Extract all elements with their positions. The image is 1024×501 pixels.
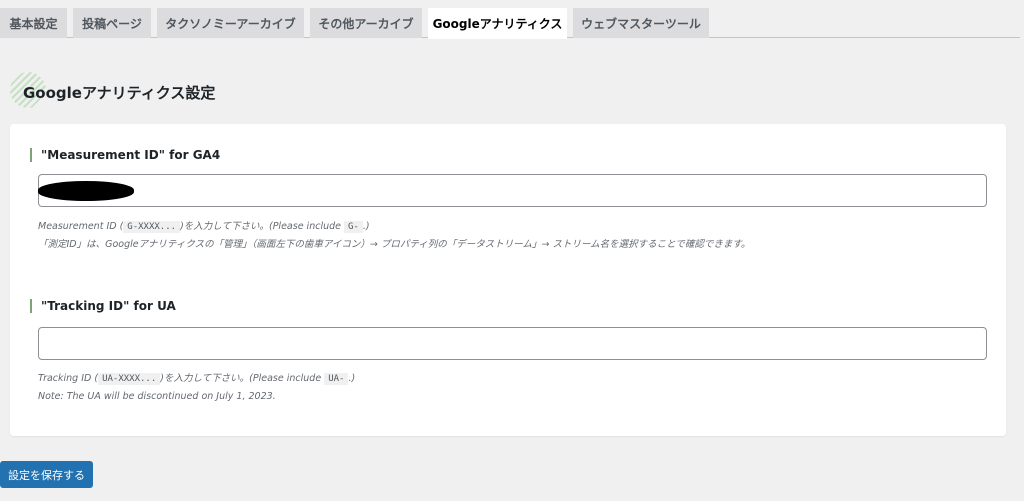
page-title: Googleアナリティクス設定 [23, 83, 216, 102]
ga4-measurement-id-input[interactable] [38, 174, 987, 207]
tab-other-archive[interactable]: その他アーカイブ [310, 8, 422, 38]
ua-tracking-id-input[interactable] [38, 327, 987, 360]
redacted-value-mark [38, 181, 134, 201]
ua-field-label: "Tracking ID" for UA [30, 299, 176, 313]
ua-description: Tracking ID (UA-XXXX...)を入力して下さい。(Please… [38, 370, 355, 405]
save-settings-button[interactable]: 設定を保存する [0, 461, 93, 488]
ga4-description-line2: 「測定ID」は、Googleアナリティクスの「管理」（画面左下の歯車アイコン）→… [38, 239, 751, 250]
tab-post-page[interactable]: 投稿ページ [73, 8, 151, 38]
ua-desc-code-prefix: UA- [324, 373, 349, 385]
page-heading: Googleアナリティクス設定 [10, 72, 215, 112]
ua-description-line1: Tracking ID (UA-XXXX...)を入力して下さい。(Please… [38, 370, 355, 388]
settings-tab-bar: 基本設定 投稿ページ タクソノミーアーカイブ その他アーカイブ Googleアナ… [0, 8, 1020, 39]
ga4-description-line1: Measurement ID (G-XXXX...)を入力して下さい。(Plea… [38, 218, 750, 236]
ua-desc-text: )を入力して下さい。(Please include [160, 373, 325, 384]
ga4-desc-text: .) [362, 221, 370, 232]
tab-taxonomy-archive[interactable]: タクソノミーアーカイブ [157, 8, 304, 38]
ga4-description: Measurement ID (G-XXXX...)を入力して下さい。(Plea… [38, 218, 750, 253]
tab-google-analytics[interactable]: Googleアナリティクス [428, 8, 567, 39]
ga4-desc-text: Measurement ID ( [38, 221, 124, 232]
tab-basic-settings[interactable]: 基本設定 [0, 8, 67, 38]
ua-desc-code: UA-XXXX... [98, 373, 161, 385]
ua-desc-text: .) [348, 373, 356, 384]
settings-card: "Measurement ID" for GA4 Measurement ID … [10, 124, 1006, 436]
ga4-desc-code-prefix: G- [344, 221, 363, 233]
ga4-desc-text: )を入力して下さい。(Please include [180, 221, 344, 232]
ua-desc-text: Tracking ID ( [38, 373, 99, 384]
ga4-desc-code: G-XXXX... [123, 221, 181, 233]
tab-webmaster-tools[interactable]: ウェブマスターツール [573, 8, 709, 38]
ua-description-line2: Note: The UA will be discontinued on Jul… [38, 391, 276, 402]
ga4-field-label: "Measurement ID" for GA4 [30, 148, 220, 162]
